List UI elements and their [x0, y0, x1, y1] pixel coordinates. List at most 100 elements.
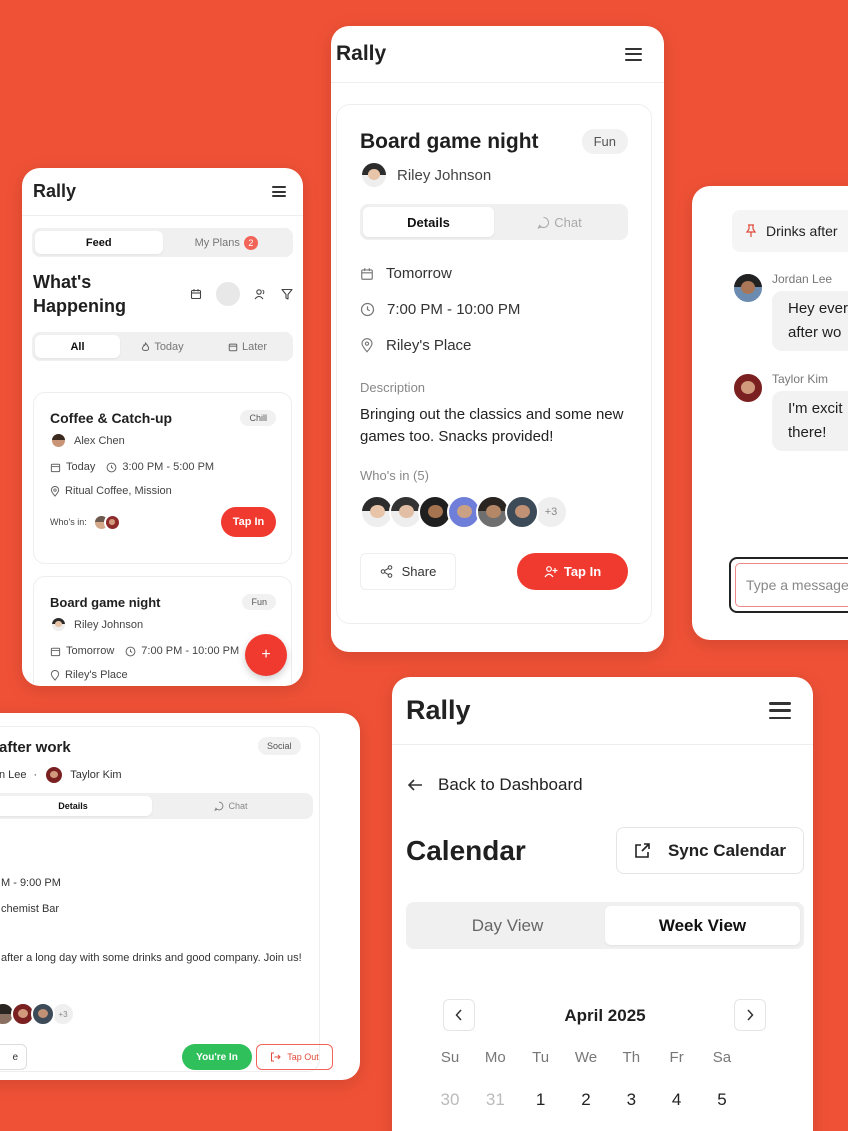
message-bubble: Hey ever after wo [772, 291, 848, 351]
weekday-label: Su [440, 1049, 460, 1066]
weekday-label: Sa [712, 1049, 732, 1066]
filter-today-label: Today [154, 340, 184, 353]
pin-icon [745, 224, 757, 237]
tab-chat-label: Chat [228, 801, 248, 811]
calendar-day[interactable]: 30 [438, 1090, 462, 1110]
chevron-right-icon [747, 1009, 754, 1021]
back-link[interactable]: Back to Dashboard [407, 775, 583, 795]
logout-icon [271, 1052, 281, 1062]
feed-screen: Rally Feed My Plans 2 What's Happening A… [22, 168, 303, 686]
event-tag: Social [258, 737, 301, 755]
avatar [505, 495, 539, 529]
tab-chat[interactable]: Chat [152, 796, 310, 816]
view-toggle: Day View Week View [406, 902, 804, 949]
flame-icon [142, 341, 150, 351]
avatar [360, 161, 388, 189]
calendar-day[interactable]: 31 [483, 1090, 507, 1110]
youre-in-button[interactable]: You're In [182, 1044, 252, 1070]
attendee-avatars[interactable]: +3 [0, 1002, 75, 1026]
weekday-label: Th [622, 1049, 641, 1066]
tab-feed[interactable]: Feed [35, 231, 163, 254]
tap-in-button[interactable]: Tap In [517, 553, 628, 590]
message-line: there! [788, 424, 827, 441]
event-time: 3:00 PM - 5:00 PM [122, 461, 215, 473]
filter-later-label: Later [241, 340, 268, 353]
user-avatar-button[interactable] [216, 282, 240, 306]
share-button[interactable]: e [0, 1044, 27, 1070]
avatar [732, 372, 764, 404]
event-host: Riley Johnson [74, 618, 144, 631]
filter-today[interactable]: Today [120, 335, 205, 358]
menu-icon[interactable] [625, 47, 642, 61]
tab-my-plans[interactable]: My Plans 2 [163, 231, 291, 254]
avatar [732, 272, 764, 304]
chat-screen: Drinks after Jordan Lee Hey ever after w… [692, 186, 848, 640]
tab-chat-label: Chat [554, 214, 582, 230]
tab-day-view[interactable]: Day View [410, 906, 605, 945]
whos-in-label: Who's in: [50, 517, 87, 527]
next-month-button[interactable] [734, 999, 766, 1031]
host-separator: · [33, 769, 38, 781]
message: Jordan Lee Hey ever after wo [732, 272, 848, 351]
calendar-icon [50, 463, 61, 472]
tap-out-label: Tap Out [287, 1052, 319, 1062]
message-line: after wo [788, 324, 842, 341]
weekday-label: Fr [669, 1049, 684, 1066]
event-detail-card: after work Social n Lee · Taylor Kim Det… [0, 726, 333, 1072]
time-filter: All Today Later [32, 332, 293, 361]
sync-calendar-button[interactable]: Sync Calendar [616, 827, 804, 874]
clock-icon [360, 302, 375, 317]
event-time: 7:00 PM - 10:00 PM [141, 645, 240, 657]
tab-week-view[interactable]: Week View [605, 906, 800, 945]
app-header: Rally [392, 677, 813, 745]
calendar-screen: Rally Back to Dashboard Calendar Sync Ca… [392, 677, 813, 1131]
filter-icon[interactable] [281, 288, 293, 300]
filter-all[interactable]: All [35, 335, 120, 358]
calendar-day[interactable]: 1 [529, 1090, 553, 1110]
filter-later[interactable]: Later [205, 335, 290, 358]
people-icon[interactable] [254, 288, 267, 300]
avatar [50, 616, 67, 633]
back-link-label: Back to Dashboard [438, 775, 583, 794]
message-input[interactable]: Type a message [729, 557, 848, 613]
external-link-icon [635, 843, 650, 858]
calendar-day[interactable]: 4 [665, 1090, 689, 1110]
event-title: Board game night [360, 129, 539, 153]
tab-my-plans-label: My Plans [194, 236, 240, 249]
calendar-day[interactable]: 3 [619, 1090, 643, 1110]
calendar-icon[interactable] [190, 288, 202, 300]
event-day: Tomorrow [386, 265, 452, 282]
share-label: Share [401, 564, 437, 579]
page-title: What's Happening [33, 272, 126, 316]
message-sender: Jordan Lee [772, 272, 833, 286]
tap-out-button[interactable]: Tap Out [256, 1044, 333, 1070]
avatar [31, 1002, 55, 1026]
share-button[interactable]: Share [360, 553, 456, 590]
calendar-day[interactable]: 2 [574, 1090, 598, 1110]
event-title: Coffee & Catch-up [50, 410, 173, 426]
pinned-event-banner[interactable]: Drinks after [732, 210, 848, 252]
prev-month-button[interactable] [443, 999, 475, 1031]
menu-icon[interactable] [272, 186, 286, 197]
event-description: Bringing out the classics and some new g… [360, 406, 624, 445]
tab-chat[interactable]: Chat [494, 207, 625, 237]
event-host: n Lee [0, 769, 27, 781]
event-title: Board game night [50, 594, 161, 610]
attendee-avatars[interactable]: +3 [360, 495, 628, 529]
add-user-icon [544, 566, 558, 578]
menu-icon[interactable] [769, 702, 791, 719]
event-time: 7:00 PM - 10:00 PM [387, 301, 521, 318]
avatar [50, 432, 67, 449]
add-event-fab[interactable]: + [245, 634, 287, 676]
tab-details[interactable]: Details [0, 796, 152, 816]
tab-details[interactable]: Details [363, 207, 494, 237]
calendar-day[interactable]: 5 [710, 1090, 734, 1110]
tap-in-button[interactable]: Tap In [221, 507, 276, 537]
message-input-field[interactable]: Type a message [735, 563, 848, 607]
detail-tabs: Details Chat [0, 793, 313, 819]
detail-tabs: Details Chat [360, 204, 628, 240]
event-card[interactable]: Coffee & Catch-up Chill Alex Chen Today … [33, 392, 292, 564]
event-place: chemist Bar [1, 903, 60, 915]
event-host: Alex Chen [74, 434, 125, 447]
calendar-icon [228, 343, 238, 351]
